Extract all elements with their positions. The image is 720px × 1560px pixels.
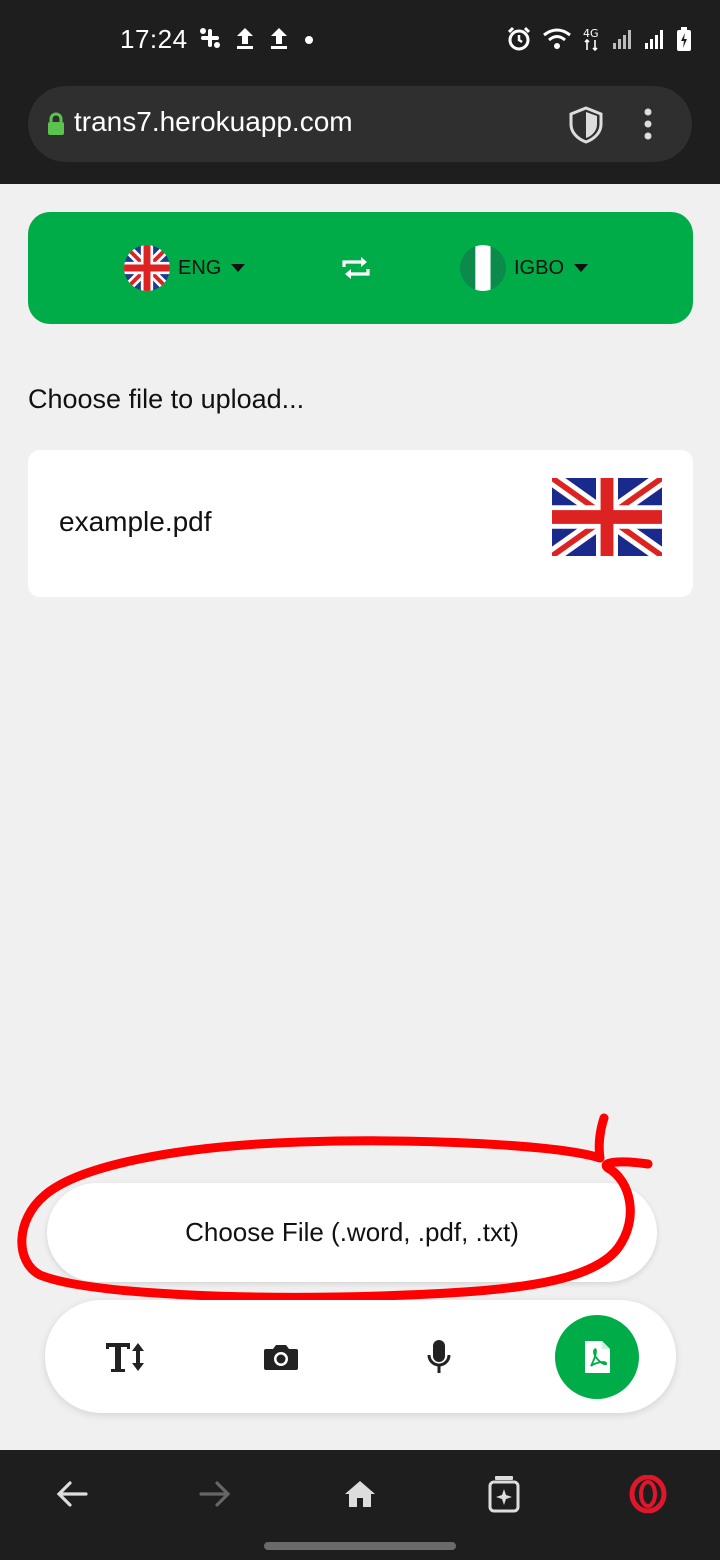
camera-icon <box>264 1344 298 1370</box>
back-arrow-icon <box>56 1481 88 1507</box>
forward-button[interactable] <box>185 1474 245 1514</box>
wifi-icon <box>543 28 571 49</box>
nigeria-flag-icon <box>460 245 506 291</box>
signal-icon <box>645 30 663 49</box>
opera-menu-button[interactable] <box>618 1474 678 1514</box>
input-mode-toolbar <box>45 1300 676 1413</box>
target-language-label: IGBO <box>514 256 565 279</box>
swap-languages-icon[interactable] <box>340 256 372 280</box>
chevron-down-icon <box>574 264 589 272</box>
forward-arrow-icon <box>199 1481 231 1507</box>
source-language-select[interactable]: ENG <box>124 245 246 291</box>
chevron-down-icon <box>231 264 246 272</box>
address-bar[interactable]: trans7.herokuapp.com <box>28 86 692 162</box>
uk-flag-icon <box>124 245 170 291</box>
browser-toolbar: trans7.herokuapp.com <box>0 64 720 184</box>
text-size-icon <box>106 1342 144 1372</box>
signal-icon <box>613 30 631 49</box>
network-label: 4G <box>583 27 599 40</box>
gesture-bar[interactable] <box>264 1542 456 1550</box>
choose-file-button[interactable]: Choose File (.word, .pdf, .txt) <box>47 1183 657 1282</box>
camera-mode-button[interactable] <box>241 1300 321 1413</box>
status-right-icons: 4G <box>506 26 692 52</box>
more-options-icon[interactable] <box>638 106 658 142</box>
status-bar: 17:24 4G <box>0 0 720 64</box>
home-icon <box>345 1481 375 1507</box>
slack-icon <box>200 28 220 48</box>
back-button[interactable] <box>42 1474 102 1514</box>
network-4g-icon: 4G <box>583 27 599 52</box>
alarm-icon <box>507 26 531 51</box>
microphone-icon <box>427 1339 451 1373</box>
upload-icon <box>271 28 287 49</box>
home-button[interactable] <box>330 1474 390 1514</box>
shield-icon[interactable] <box>568 106 604 144</box>
status-time: 17:24 <box>120 24 188 54</box>
browser-bottom-nav <box>0 1450 720 1560</box>
upload-icon <box>237 28 253 49</box>
file-card: example.pdf <box>28 450 693 597</box>
target-language-select[interactable]: IGBO <box>460 245 589 291</box>
upload-heading: Choose file to upload... <box>28 384 305 414</box>
file-name: example.pdf <box>59 506 212 537</box>
source-language-label: ENG <box>178 256 222 279</box>
battery-charging-icon <box>677 27 691 51</box>
text-mode-button[interactable] <box>85 1300 165 1413</box>
lock-icon <box>48 112 64 135</box>
status-left-icons <box>198 26 316 50</box>
uk-flag-icon <box>552 478 662 556</box>
opera-icon <box>629 1475 667 1513</box>
notification-dot-icon <box>305 36 313 44</box>
pdf-icon <box>585 1341 610 1373</box>
document-mode-button[interactable] <box>555 1315 639 1399</box>
url-text[interactable]: trans7.herokuapp.com <box>74 106 353 138</box>
tabs-button[interactable] <box>474 1474 534 1514</box>
screen: 17:24 4G trans7.herokuapp.com ENG IGBO C… <box>0 0 720 1560</box>
language-bar: ENG IGBO <box>28 212 693 324</box>
tabs-icon <box>488 1476 520 1513</box>
voice-mode-button[interactable] <box>399 1300 479 1413</box>
